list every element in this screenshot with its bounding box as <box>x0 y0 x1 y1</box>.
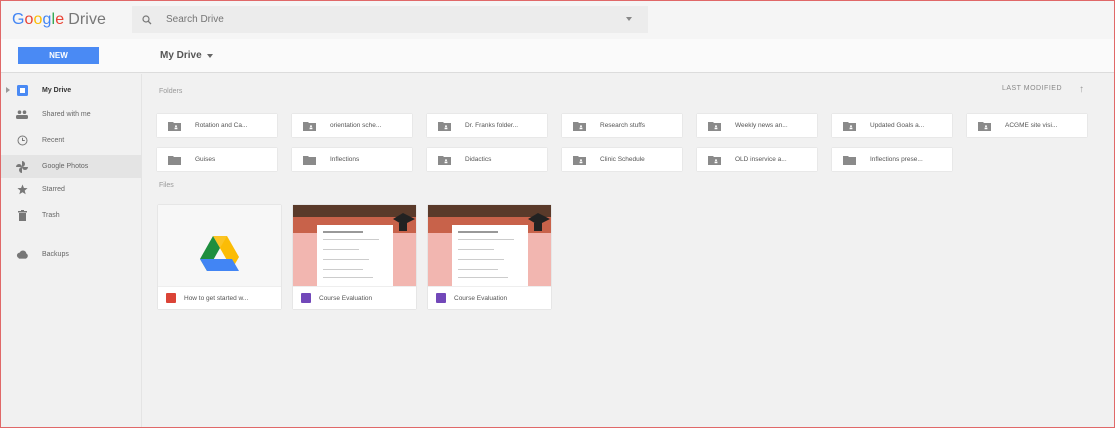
shared-folder-icon <box>708 155 721 165</box>
shared-folder-icon <box>708 121 721 131</box>
shared-folder-icon <box>438 121 451 131</box>
shared-folder-icon <box>843 121 856 131</box>
file-name: Course Evaluation <box>454 294 508 302</box>
search-icon[interactable] <box>142 14 152 25</box>
cloud-icon <box>16 249 28 261</box>
google-drive-logo[interactable]: Google Drive <box>1 11 126 29</box>
form-icon <box>436 293 446 303</box>
sidebar-item-backups[interactable]: Backups <box>1 243 142 266</box>
search-options-icon[interactable] <box>626 17 632 21</box>
shared-folder-icon <box>978 121 991 131</box>
sidebar-item-label: Shared with me <box>42 111 91 118</box>
clock-icon <box>16 135 28 147</box>
shared-folder-icon <box>303 121 316 131</box>
sidebar-item-starred[interactable]: Starred <box>1 178 142 201</box>
file-thumbnail <box>428 205 551 286</box>
file-thumbnail <box>293 205 416 286</box>
sidebar-item-label: Google Photos <box>42 163 89 170</box>
file-card[interactable]: Course Evaluation <box>428 205 551 309</box>
shared-folder-icon <box>438 155 451 165</box>
action-bar: NEW My Drive <box>1 39 1114 73</box>
main-content: Folders LAST MODIFIED ↑ Rotation and Ca.… <box>143 74 1114 427</box>
file-card[interactable]: Course Evaluation <box>293 205 416 309</box>
folder-name: OLD inservice a... <box>735 156 787 163</box>
form-preview-icon <box>293 205 416 286</box>
folder-name: Guises <box>195 156 216 163</box>
folders-heading: Folders <box>159 88 183 95</box>
sort-by-last-modified[interactable]: LAST MODIFIED <box>1002 85 1062 92</box>
sidebar-item-label: My Drive <box>42 87 72 94</box>
sidebar: My Drive Shared with me Recent Google Ph… <box>1 74 142 427</box>
file-name: Course Evaluation <box>319 294 373 302</box>
sidebar-item-recent[interactable]: Recent <box>1 129 142 152</box>
search-input[interactable] <box>166 14 586 25</box>
people-icon <box>16 109 28 121</box>
folder-name: Updated Goals a... <box>870 122 925 129</box>
google-drive-logo-icon <box>200 236 239 271</box>
sidebar-item-google-photos[interactable]: Google Photos <box>1 155 142 178</box>
folder-name: Research stuffs <box>600 122 646 129</box>
folder-name: Didactics <box>465 156 492 163</box>
sort-direction-arrow-icon[interactable]: ↑ <box>1079 84 1084 95</box>
folder-item[interactable]: ACGME site visi... <box>967 114 1087 137</box>
sidebar-item-my-drive[interactable]: My Drive <box>1 79 142 102</box>
folder-item[interactable]: Clinic Schedule <box>562 148 682 171</box>
folder-name: Dr. Franks folder... <box>465 122 519 129</box>
folder-item[interactable]: Didactics <box>427 148 547 171</box>
file-thumbnail <box>158 205 281 286</box>
folder-icon <box>303 155 316 165</box>
folder-name: Clinic Schedule <box>600 156 645 163</box>
folder-icon <box>843 155 856 165</box>
sidebar-item-label: Recent <box>42 137 65 144</box>
breadcrumb-my-drive[interactable]: My Drive <box>160 50 202 61</box>
shared-folder-icon <box>168 121 181 131</box>
folder-item[interactable]: Rotation and Ca... <box>157 114 277 137</box>
pdf-icon <box>166 293 176 303</box>
expand-arrow-icon[interactable] <box>6 87 10 93</box>
folder-item[interactable]: Guises <box>157 148 277 171</box>
folder-item[interactable]: Updated Goals a... <box>832 114 952 137</box>
file-meta: Course Evaluation <box>428 286 551 309</box>
folder-name: Inflections prese... <box>870 156 923 163</box>
shared-folder-icon <box>573 121 586 131</box>
pinwheel-icon <box>16 160 28 173</box>
folder-name: orientation sche... <box>330 122 382 129</box>
breadcrumb[interactable]: My Drive <box>160 50 213 61</box>
sidebar-item-trash[interactable]: Trash <box>1 204 142 227</box>
shared-folder-icon <box>573 155 586 165</box>
folder-name: Rotation and Ca... <box>195 122 248 129</box>
folder-item[interactable]: OLD inservice a... <box>697 148 817 171</box>
folder-item[interactable]: Inflections <box>292 148 412 171</box>
folder-item[interactable]: Inflections prese... <box>832 148 952 171</box>
star-icon <box>16 184 28 196</box>
form-icon <box>301 293 311 303</box>
sidebar-item-label: Starred <box>42 186 65 193</box>
chevron-down-icon[interactable] <box>206 53 213 58</box>
sidebar-item-shared-with-me[interactable]: Shared with me <box>1 103 142 126</box>
drive-icon <box>16 85 28 97</box>
folder-item[interactable]: orientation sche... <box>292 114 412 137</box>
new-button[interactable]: NEW <box>18 47 99 64</box>
form-preview-icon <box>428 205 551 286</box>
search-box[interactable] <box>132 6 648 33</box>
logo-drive-text: Drive <box>68 11 107 28</box>
top-bar: Google Drive <box>1 1 1114 39</box>
folder-item[interactable]: Dr. Franks folder... <box>427 114 547 137</box>
file-meta: How to get started w... <box>158 286 281 309</box>
folder-item[interactable]: Weekly news an... <box>697 114 817 137</box>
folder-item[interactable]: Research stuffs <box>562 114 682 137</box>
folder-name: Inflections <box>330 156 360 163</box>
sidebar-item-label: Backups <box>42 251 69 258</box>
file-card[interactable]: How to get started w... <box>158 205 281 309</box>
sidebar-item-label: Trash <box>42 212 60 219</box>
folder-name: ACGME site visi... <box>1005 122 1058 129</box>
files-heading: Files <box>159 182 174 189</box>
file-meta: Course Evaluation <box>293 286 416 309</box>
folder-icon <box>168 155 181 165</box>
folder-name: Weekly news an... <box>735 122 788 129</box>
trash-icon <box>16 210 28 222</box>
file-name: How to get started w... <box>184 294 249 302</box>
